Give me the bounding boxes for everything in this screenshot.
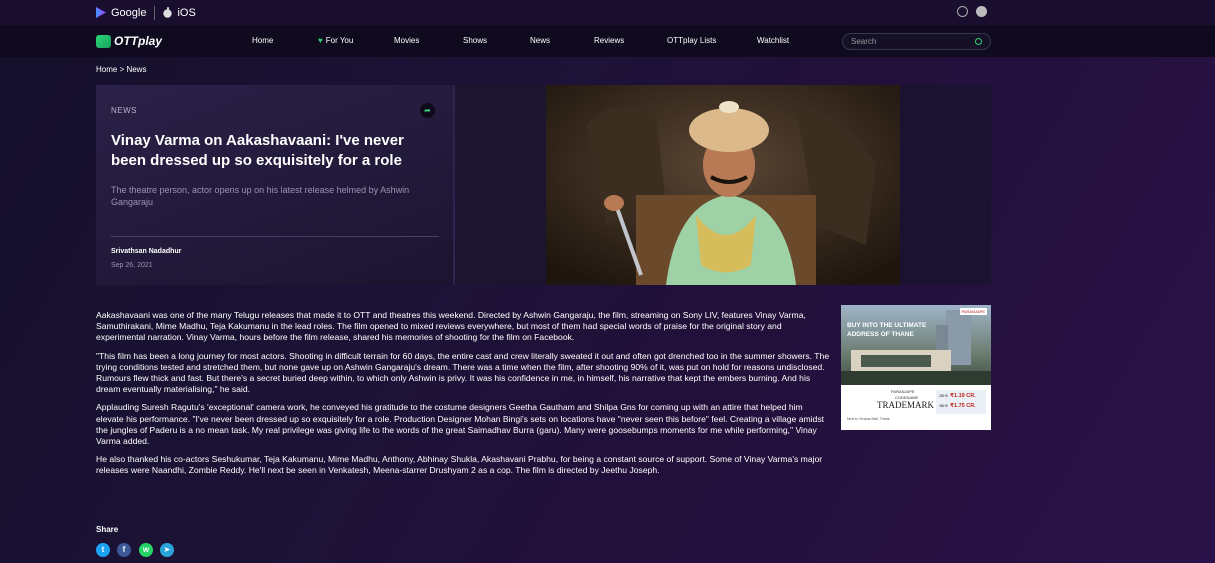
article-paragraph: "This film has been a long journey for m… [96, 350, 830, 395]
advertisement-banner[interactable]: PARANJAPE BUY INTO THE ULTIMATE ADDRESS … [841, 305, 991, 430]
logo-text: OTTplay [114, 34, 163, 48]
nav-news[interactable]: News [530, 36, 550, 45]
app-store-bar: Google iOS [0, 0, 1215, 25]
share-icon[interactable]: ➦ [420, 103, 435, 118]
article-paragraph: Aakashavaani was one of the many Telugu … [96, 310, 806, 343]
ad-brand: PARANJAPE [891, 389, 915, 394]
ad-price-value: ₹1.19 CR. [950, 393, 976, 399]
google-play-link[interactable]: Google [96, 7, 146, 19]
divider [111, 236, 439, 237]
search-icon[interactable] [975, 38, 982, 45]
apple-icon [163, 7, 173, 18]
ad-price-box: 2BHK ₹1.19 CR. 3BHK ₹1.75 CR. [936, 390, 986, 414]
facebook-icon[interactable]: f [117, 543, 131, 557]
telegram-icon[interactable]: ➤ [160, 543, 174, 557]
google-label: Google [111, 6, 147, 19]
ottplay-logo-icon [96, 34, 111, 48]
ad-price-label: 2BHK [939, 394, 949, 398]
ios-label: iOS [177, 6, 196, 19]
actor-still-image [546, 85, 900, 285]
nav-for-you[interactable]: ♥ For You [318, 36, 353, 45]
nav-reviews[interactable]: Reviews [594, 36, 624, 45]
hero-image [546, 85, 900, 285]
nav-shows[interactable]: Shows [463, 36, 487, 45]
settings-icon[interactable] [957, 6, 968, 17]
twitter-icon[interactable]: t [96, 543, 110, 557]
search-box [842, 33, 991, 50]
ad-logo: PARANJAPE [959, 308, 987, 315]
ad-headline-line: BUY INTO THE ULTIMATE [847, 322, 927, 329]
nav-ottplay-lists[interactable]: OTTplay Lists [667, 36, 716, 45]
hero-side-panel [900, 85, 991, 285]
ad-image [841, 305, 991, 385]
share-label: Share [96, 525, 119, 534]
breadcrumb[interactable]: Home > News [96, 65, 146, 74]
hero-card: NEWS ➦ Vinay Varma on Aakashavaani: I've… [96, 85, 455, 285]
play-store-icon [96, 7, 106, 18]
user-icon[interactable] [976, 6, 987, 17]
nav-movies[interactable]: Movies [394, 36, 419, 45]
nav-home[interactable]: Home [252, 36, 273, 45]
ad-price-label: 3BHK [939, 404, 949, 408]
ad-price-value: ₹1.75 CR. [950, 403, 976, 409]
author-name[interactable]: Srivathsan Nadadhur [111, 248, 181, 255]
article-title: Vinay Varma on Aakashavaani: I've never … [111, 132, 404, 169]
article-subtitle: The theatre person, actor opens up on hi… [111, 185, 410, 207]
whatsapp-icon[interactable]: w [139, 543, 153, 557]
article-paragraph: He also thanked his co-actors Seshukumar… [96, 454, 823, 476]
ad-headline-line: ADDRESS OF THANE [847, 331, 914, 338]
ad-price-row: 2BHK ₹1.19 CR. [939, 393, 976, 399]
search-input[interactable] [851, 37, 971, 46]
nav-watchlist[interactable]: Watchlist [757, 36, 789, 45]
nav-for-you-label: For You [325, 36, 354, 45]
heart-icon: ♥ [318, 36, 323, 45]
publish-date: Sep 26, 2021 [111, 262, 153, 269]
ad-headline: BUY INTO THE ULTIMATE ADDRESS OF THANE [847, 321, 926, 339]
main-navbar: OTTplay Home ♥ For You Movies Shows News … [0, 25, 1215, 57]
article-hero: NEWS ➦ Vinay Varma on Aakashavaani: I've… [96, 85, 991, 285]
ad-bottom: PARANJAPE CODENAME TRADEMARK Next to Viv… [841, 385, 991, 430]
ad-subtext: Next to Viviana Mall, Thane [847, 417, 890, 421]
article-paragraph: Applauding Suresh Ragutu's 'exceptional'… [96, 402, 825, 447]
ad-building-image [841, 310, 991, 385]
ottplay-logo[interactable]: OTTplay [96, 34, 162, 48]
category-tag[interactable]: NEWS [111, 106, 137, 115]
ad-price-row: 3BHK ₹1.75 CR. [939, 403, 976, 409]
ios-app-link[interactable]: iOS [154, 5, 196, 20]
ad-trademark: TRADEMARK [877, 400, 935, 410]
article-body: Aakashavaani was one of the many Telugu … [96, 310, 831, 484]
